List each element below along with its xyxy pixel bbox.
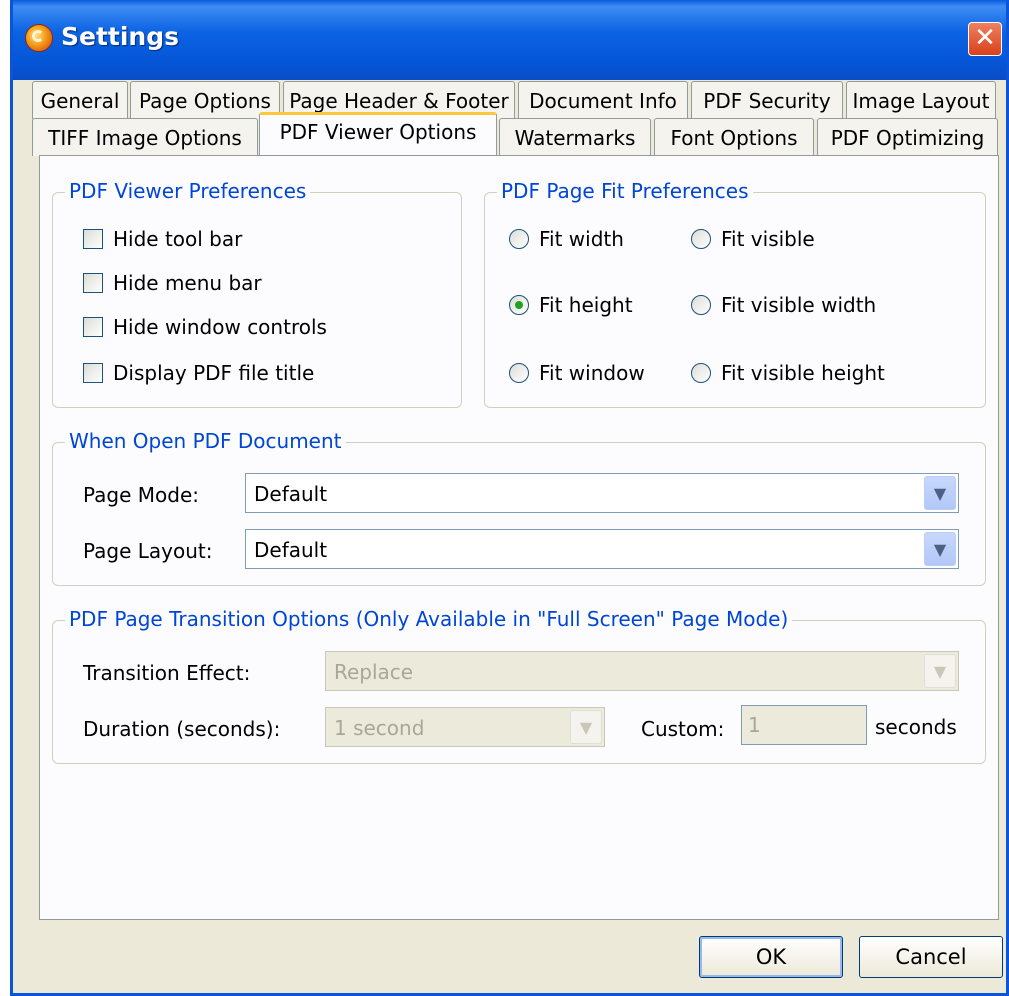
page-fit-legend: PDF Page Fit Preferences <box>497 179 753 203</box>
transition-effect-select[interactable]: Replace ▼ <box>325 651 959 691</box>
tab-page-options[interactable]: Page Options <box>130 81 280 119</box>
tab-label: PDF Security <box>703 89 831 113</box>
duration-select[interactable]: 1 second ▼ <box>325 707 605 747</box>
tab-watermarks[interactable]: Watermarks <box>499 118 651 156</box>
tab-label: PDF Viewer Options <box>279 120 477 144</box>
fit-visible-height-label: Fit visible height <box>721 361 885 385</box>
chevron-down-icon[interactable]: ▼ <box>924 532 956 566</box>
tab-label: Image Layout <box>852 89 990 113</box>
page-layout-value: Default <box>254 538 328 562</box>
tab-label: General <box>40 89 120 113</box>
tab-label: TIFF Image Options <box>48 126 242 150</box>
fit-visible-radio[interactable] <box>691 229 711 249</box>
title-bar[interactable]: Settings ✕ <box>13 0 1006 80</box>
tab-label: Font Options <box>670 126 798 150</box>
settings-window: Settings ✕ General Page Options Page Hea… <box>10 0 1009 996</box>
tab-tiff-image-options[interactable]: TIFF Image Options <box>32 118 258 156</box>
duration-label: Duration (seconds): <box>83 717 281 741</box>
page-mode-select[interactable]: Default ▼ <box>245 473 959 513</box>
seconds-label: seconds <box>875 715 957 739</box>
tab-font-options[interactable]: Font Options <box>654 118 814 156</box>
viewer-preferences-group: PDF Viewer Preferences Hide tool bar Hid… <box>52 179 462 408</box>
transition-effect-value: Replace <box>334 660 414 684</box>
tab-label: PDF Optimizing <box>830 126 985 150</box>
hide-window-controls-checkbox[interactable] <box>83 317 103 337</box>
viewer-preferences-legend: PDF Viewer Preferences <box>65 179 311 203</box>
fit-visible-width-label: Fit visible width <box>721 293 877 317</box>
chevron-down-icon[interactable]: ▼ <box>570 710 602 744</box>
duration-value: 1 second <box>334 716 425 740</box>
transition-legend: PDF Page Transition Options (Only Availa… <box>65 607 793 631</box>
tab-label: Watermarks <box>514 126 636 150</box>
tab-image-layout[interactable]: Image Layout <box>846 81 996 119</box>
fit-window-radio[interactable] <box>509 363 529 383</box>
app-logo-icon <box>25 24 53 52</box>
tab-pdf-optimizing[interactable]: PDF Optimizing <box>817 118 998 156</box>
display-file-title-checkbox[interactable] <box>83 363 103 383</box>
fit-visible-height-radio[interactable] <box>691 363 711 383</box>
display-file-title-label: Display PDF file title <box>113 361 315 385</box>
hide-window-controls-label: Hide window controls <box>113 315 327 339</box>
close-icon: ✕ <box>974 23 996 53</box>
close-button[interactable]: ✕ <box>968 22 1002 56</box>
tab-document-info[interactable]: Document Info <box>518 81 688 119</box>
hide-menubar-label: Hide menu bar <box>113 271 262 295</box>
custom-label: Custom: <box>641 717 725 741</box>
fit-width-radio[interactable] <box>509 229 529 249</box>
transition-effect-label: Transition Effect: <box>83 661 251 685</box>
window-title: Settings <box>61 22 180 51</box>
chevron-down-icon[interactable]: ▼ <box>924 476 956 510</box>
fit-visible-label: Fit visible <box>721 227 815 251</box>
cancel-button[interactable]: Cancel <box>859 936 1003 978</box>
tab-label: Page Header & Footer <box>289 89 509 113</box>
chevron-down-icon[interactable]: ▼ <box>924 654 956 688</box>
fit-window-label: Fit window <box>539 361 645 385</box>
fit-height-radio[interactable] <box>509 295 529 315</box>
page-fit-group: PDF Page Fit Preferences Fit width Fit v… <box>484 179 986 408</box>
custom-duration-input[interactable] <box>742 706 866 744</box>
tab-label: Document Info <box>529 89 677 113</box>
tab-pdf-viewer-options[interactable]: PDF Viewer Options <box>259 112 497 157</box>
tab-label: Page Options <box>139 89 271 113</box>
fit-visible-width-radio[interactable] <box>691 295 711 315</box>
page-mode-label: Page Mode: <box>83 483 200 507</box>
fit-height-label: Fit height <box>539 293 633 317</box>
hide-menubar-checkbox[interactable] <box>83 273 103 293</box>
tab-panel: PDF Viewer Preferences Hide tool bar Hid… <box>39 155 999 920</box>
page-mode-value: Default <box>254 482 328 506</box>
hide-toolbar-label: Hide tool bar <box>113 227 243 251</box>
page-layout-label: Page Layout: <box>83 539 213 563</box>
open-document-group: When Open PDF Document Page Mode: Defaul… <box>52 429 986 586</box>
page-layout-select[interactable]: Default ▼ <box>245 529 959 569</box>
transition-group: PDF Page Transition Options (Only Availa… <box>52 607 986 764</box>
open-document-legend: When Open PDF Document <box>65 429 346 453</box>
fit-width-label: Fit width <box>539 227 624 251</box>
custom-duration-field[interactable] <box>741 705 867 745</box>
tab-general[interactable]: General <box>32 81 128 119</box>
tab-pdf-security[interactable]: PDF Security <box>691 81 843 119</box>
hide-toolbar-checkbox[interactable] <box>83 229 103 249</box>
ok-button[interactable]: OK <box>699 936 843 978</box>
